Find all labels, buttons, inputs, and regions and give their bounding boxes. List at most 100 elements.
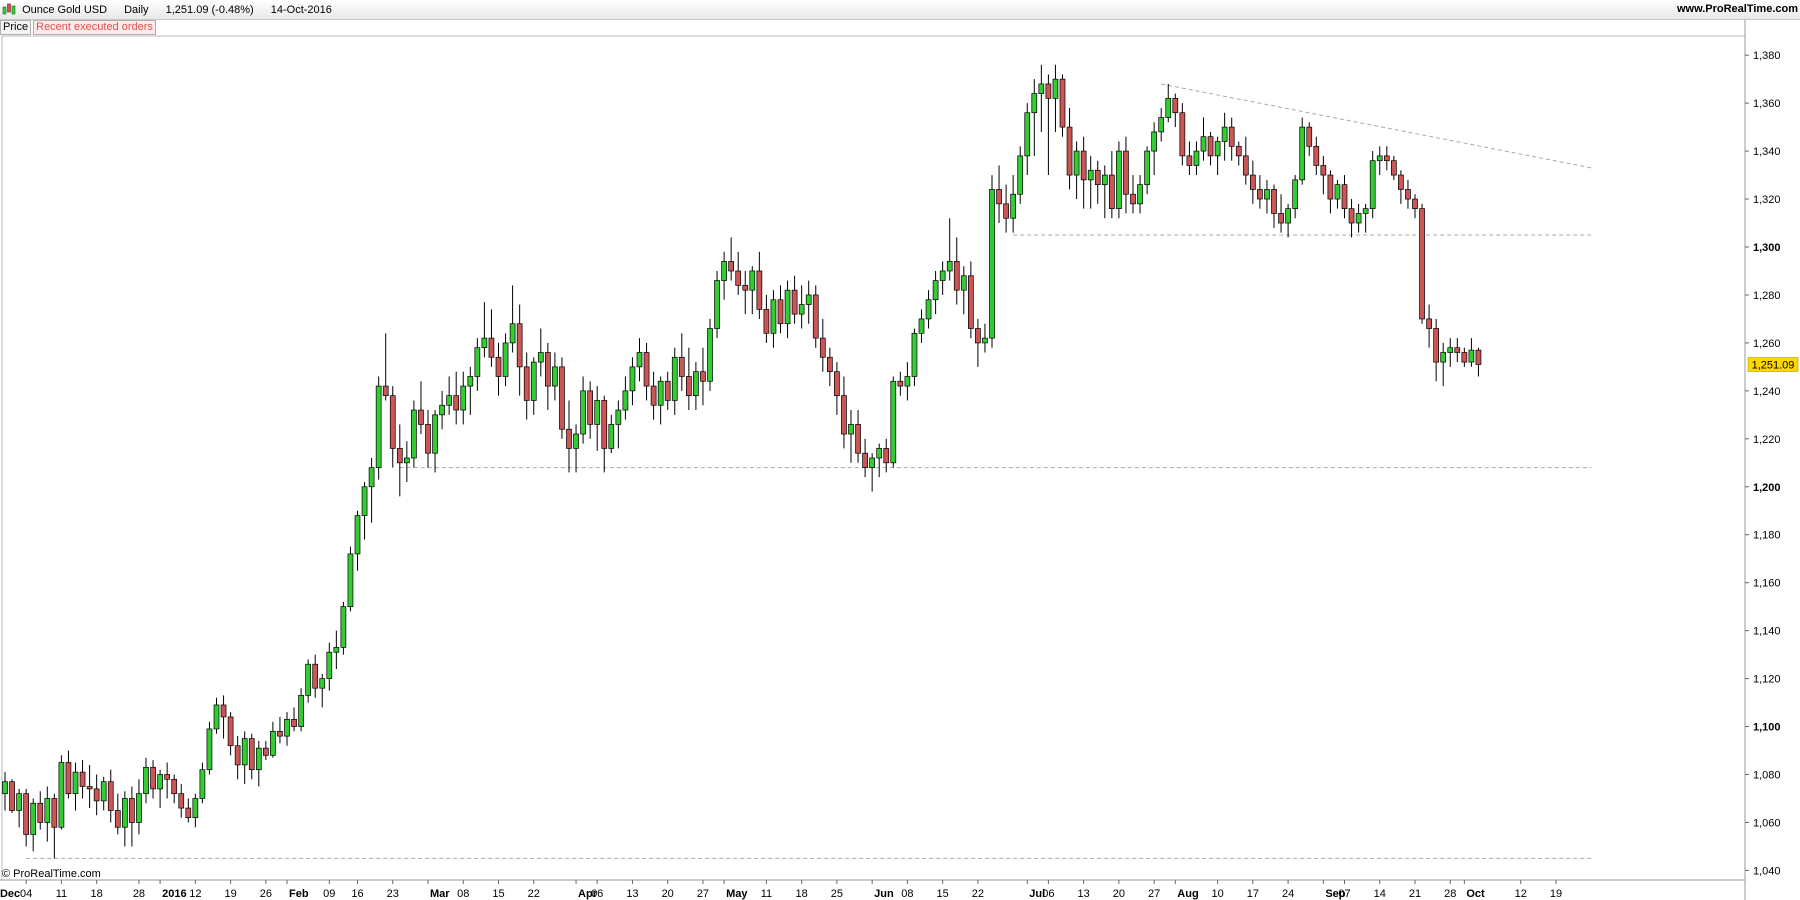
candle-body — [1264, 189, 1270, 200]
instrument-name: Ounce Gold USD — [22, 4, 108, 16]
candle-body — [2, 781, 8, 795]
candle-body — [1327, 174, 1334, 200]
last-price-label: 1,251.09 — [1752, 359, 1795, 371]
candle-body — [1101, 174, 1108, 186]
candle-body — [263, 747, 269, 756]
x-tick-label: 20 — [662, 888, 674, 900]
candle-body — [361, 486, 368, 516]
candle-body — [1137, 184, 1143, 205]
candle-body — [890, 380, 897, 464]
candle-body — [340, 606, 347, 648]
candle-body — [241, 738, 248, 766]
candle-body — [453, 395, 460, 411]
candle-body — [1130, 193, 1136, 205]
candle-body — [79, 771, 86, 787]
x-tick-label: 07 — [1338, 888, 1350, 900]
candle-body — [862, 452, 868, 468]
candle-body — [1334, 184, 1341, 200]
candle-body — [559, 366, 565, 430]
candle-body — [1066, 126, 1073, 176]
candle-body — [580, 390, 586, 435]
candle-body — [157, 774, 163, 790]
candle-body — [1193, 150, 1200, 166]
candle-body — [594, 400, 601, 425]
candle-body — [975, 328, 981, 344]
x-tick-label: 27 — [1148, 888, 1160, 900]
candle-body — [1200, 136, 1207, 152]
candle-body — [707, 328, 713, 382]
candle-body — [1038, 83, 1045, 94]
chart-date: 14-Oct-2016 — [270, 4, 332, 16]
tab-bar: Price Recent executed orders — [0, 20, 156, 35]
candle-body — [516, 323, 523, 368]
candle-body — [523, 366, 530, 401]
candle-body — [347, 553, 354, 608]
x-tick-label: Aug — [1177, 888, 1198, 900]
candle-body — [573, 433, 579, 449]
candle-body — [474, 347, 481, 377]
y-tick-label: 1,300 — [1753, 242, 1781, 254]
x-tick-label: 10 — [1211, 888, 1223, 900]
candle-body — [918, 318, 925, 334]
candle-body — [1412, 198, 1418, 209]
candle-body — [946, 261, 953, 272]
candle-body — [1080, 150, 1087, 181]
candle-body — [23, 793, 29, 835]
candle-body — [819, 337, 826, 358]
candle-body — [129, 798, 135, 823]
tab-recent-executed-orders[interactable]: Recent executed orders — [33, 20, 156, 35]
candle-body — [721, 261, 727, 281]
candle-body — [608, 424, 615, 449]
x-tick-label: 19 — [1550, 888, 1562, 900]
candle-body — [883, 448, 890, 464]
candle-body — [495, 356, 502, 377]
candlestick-chart[interactable]: 1,040 1,060 1,080 1,100 1,120 1,140 1,160 1,180… — [0, 0, 1800, 900]
x-tick-label: 15 — [492, 888, 504, 900]
candle-body — [1108, 174, 1115, 209]
x-tick-label: 28 — [133, 888, 145, 900]
candle-body — [960, 275, 967, 291]
candle-body — [841, 395, 847, 435]
x-tick-label: Feb — [289, 888, 309, 900]
candle-body — [728, 261, 735, 272]
candle-body — [904, 376, 911, 387]
candle-body — [876, 448, 883, 459]
timeframe-label[interactable]: Daily — [124, 4, 148, 16]
candle-body — [1087, 169, 1094, 181]
candle-body — [622, 390, 629, 411]
candle-body — [1433, 328, 1440, 363]
x-tick-label: 15 — [937, 888, 949, 900]
x-tick-label: 20 — [1113, 888, 1125, 900]
candle-body — [1151, 131, 1158, 152]
candle-body — [1447, 347, 1454, 353]
candle-body — [72, 771, 79, 795]
candle-body — [1123, 150, 1129, 195]
candle-body — [460, 385, 467, 411]
candle-body — [284, 719, 290, 737]
candle-body — [121, 798, 128, 828]
candle-body — [1390, 160, 1397, 176]
tab-price[interactable]: Price — [0, 20, 32, 35]
x-tick-label: 22 — [972, 888, 984, 900]
y-tick-label: 1,140 — [1753, 626, 1781, 638]
candle-body — [1285, 208, 1291, 224]
y-tick-label: 1,380 — [1753, 50, 1781, 62]
candle-body — [291, 719, 297, 727]
website-label[interactable]: www.ProRealTime.com — [1677, 3, 1798, 15]
candle-body — [178, 793, 185, 809]
candle-body — [1271, 189, 1277, 214]
candle-body — [382, 385, 389, 397]
candle-body — [30, 802, 37, 835]
candle-body — [1398, 174, 1404, 190]
y-tick-label: 1,080 — [1753, 770, 1781, 782]
candle-body — [1158, 117, 1165, 133]
x-tick-label: 18 — [91, 888, 103, 900]
candle-body — [643, 352, 650, 387]
candle-body — [678, 356, 685, 377]
candle-body — [100, 781, 107, 802]
candle-body — [227, 716, 234, 747]
x-tick-label: Mar — [430, 888, 450, 900]
candle-body — [488, 337, 495, 358]
x-tick-label: 09 — [323, 888, 335, 900]
candle-body — [1369, 160, 1376, 209]
